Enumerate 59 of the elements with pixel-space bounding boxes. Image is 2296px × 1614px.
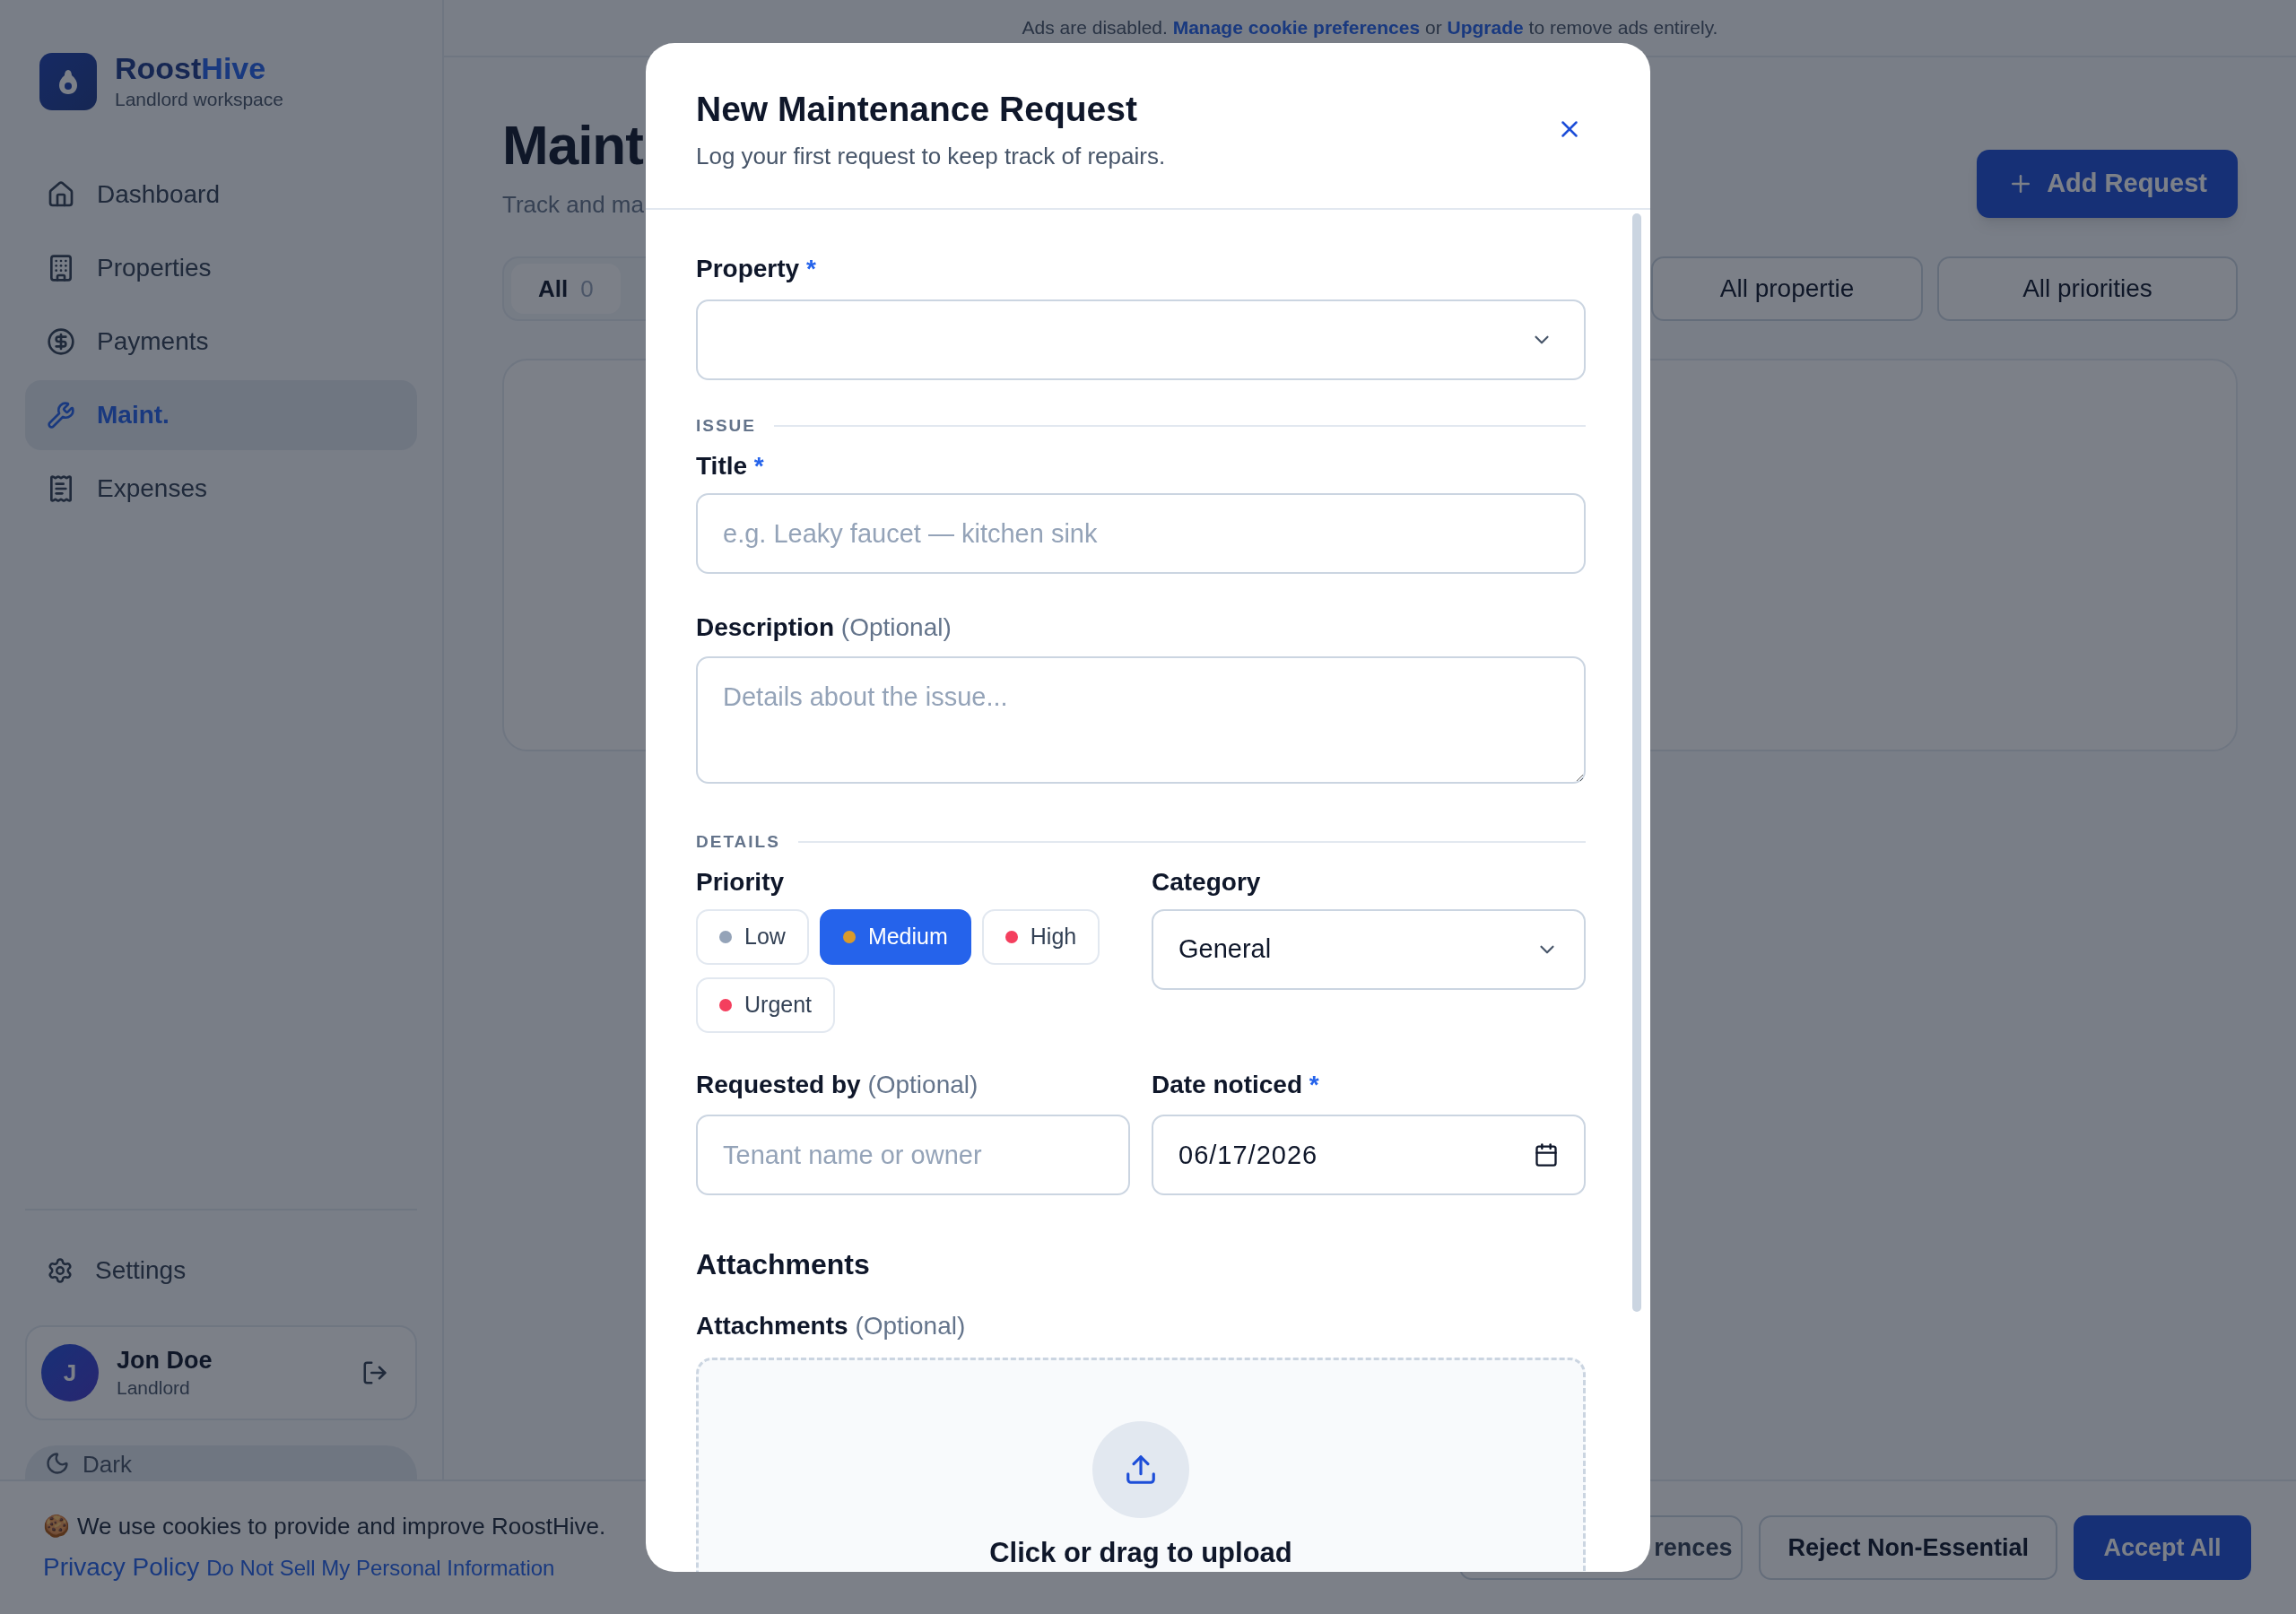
settings-icon <box>47 1257 74 1284</box>
field-label: Requested by (Optional) <box>696 1070 979 1100</box>
scrollbar[interactable] <box>1632 213 1641 1312</box>
nav-item[interactable]: Properties <box>25 233 417 303</box>
upgrade-link[interactable]: Upgrade <box>1447 17 1524 39</box>
user-name: Jon Doe <box>117 1346 213 1375</box>
wrench-icon <box>47 401 75 430</box>
add-request-button[interactable]: Add Request <box>1977 150 2238 218</box>
field-label: Description (Optional) <box>696 612 952 643</box>
dollar-icon <box>47 327 75 356</box>
priority-chip[interactable]: Low <box>696 909 809 965</box>
theme-button[interactable]: Dark <box>25 1445 417 1480</box>
field-label: Date noticed * <box>1152 1070 1320 1100</box>
cookie-preferences-link[interactable]: Manage cookie preferences <box>1172 17 1421 39</box>
user-avatar: J <box>41 1344 99 1401</box>
nav-item[interactable]: Payments <box>25 307 417 377</box>
brand-name: RoostHive <box>115 50 267 86</box>
page-subtitle: Track and ma <box>502 190 644 220</box>
page-title: Maint <box>502 113 644 178</box>
priority-chip[interactable]: High <box>981 909 1100 965</box>
filter-select[interactable]: All priorities <box>1937 256 2238 321</box>
settings-item[interactable]: Settings <box>25 1236 417 1306</box>
upload-text: Click or drag to upload <box>989 1536 1292 1570</box>
section-heading: DETAILS <box>696 831 780 853</box>
cookie-button[interactable]: Reject Non-Essential <box>1759 1515 2057 1580</box>
field-label: Title * <box>696 451 765 482</box>
field-label: Attachments (Optional) <box>696 1311 967 1341</box>
field-label: Property * <box>696 254 817 284</box>
date-input[interactable]: 06/17/2026 <box>1152 1115 1586 1195</box>
category-select[interactable]: General <box>1152 909 1586 990</box>
nav-item[interactable]: Expenses <box>25 454 417 524</box>
modal-subtitle: Log your first request to keep track of repairs. <box>696 142 1167 170</box>
user-role: Landlord <box>117 1376 191 1400</box>
ads-notice: Ads are disabled. Manage cookie preferences or Upgrade to remove ads entirely. <box>1022 16 1718 40</box>
do-not-sell-link[interactable]: Do Not Sell My Personal Information <box>206 1552 555 1584</box>
filter-select[interactable]: All propertie <box>1651 256 1923 321</box>
cookie-emoji: 🍪 <box>43 1513 70 1540</box>
modal-title: New Maintenance Request <box>696 90 1138 129</box>
privacy-policy-link[interactable]: Privacy Policy <box>43 1549 200 1586</box>
field-label: Category <box>1152 867 1262 898</box>
priority-chip[interactable]: Medium <box>819 909 971 965</box>
cookie-notice: We use cookies to provide and improve RoostHive. <box>77 1512 606 1541</box>
upload-dropzone[interactable]: Click or drag to upload <box>696 1358 1586 1572</box>
workspace-label: Landlord workspace <box>115 88 283 111</box>
nav-item[interactable]: Dashboard <box>25 160 417 230</box>
requested-by-input[interactable]: Tenant name or owner <box>696 1115 1130 1195</box>
description-textarea[interactable]: Details about the issue... <box>696 656 1586 784</box>
nav-item[interactable]: Maint. <box>25 380 417 450</box>
priority-chip[interactable]: Urgent <box>696 977 836 1033</box>
logo-icon <box>39 53 97 110</box>
moon-icon <box>45 1451 70 1476</box>
logout-icon[interactable] <box>361 1359 388 1386</box>
section-heading: ISSUE <box>696 415 757 437</box>
cookie-button[interactable]: Accept All <box>2074 1515 2251 1580</box>
field-label: Priority <box>696 867 786 898</box>
house-icon <box>47 180 75 209</box>
section-title: Attachments <box>696 1247 871 1282</box>
calendar-icon[interactable] <box>1534 1142 1559 1167</box>
title-input[interactable]: e.g. Leaky faucet — kitchen sink <box>696 493 1586 574</box>
